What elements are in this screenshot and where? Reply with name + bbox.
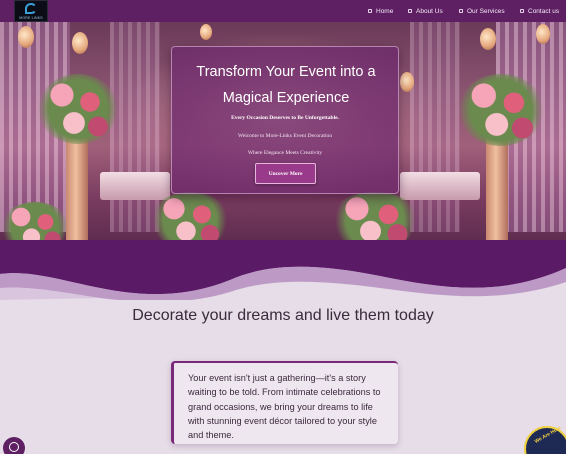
- lantern-decoration: [18, 26, 34, 48]
- story-card: Your event isn't just a gathering—it's a…: [171, 361, 398, 444]
- nav-home[interactable]: Home: [368, 6, 393, 16]
- curtain-inner-right: [410, 22, 460, 232]
- uncover-more-button[interactable]: Uncover More: [255, 163, 316, 184]
- lantern-decoration: [400, 72, 414, 92]
- home-icon: [368, 9, 372, 13]
- logo-mark-icon: [25, 3, 37, 14]
- lantern-decoration: [480, 28, 496, 50]
- hero-motto: Where Elegance Meets Creativity: [247, 150, 323, 156]
- nav-about-us-label: About Us: [416, 7, 443, 15]
- nav-contact-us[interactable]: Contact us: [520, 6, 559, 16]
- top-navbar: MORE LINKS Home About Us Our Services Co…: [0, 0, 566, 22]
- whatsapp-chat-button[interactable]: [3, 437, 25, 454]
- nav-home-label: Home: [376, 7, 394, 15]
- hero-title: Transform Your Event into a Magical Expe…: [196, 64, 376, 106]
- info-icon: [408, 9, 412, 13]
- lantern-decoration: [72, 32, 88, 54]
- section-heading: Decorate your dreams and live them today: [132, 307, 434, 324]
- contact-icon: [520, 9, 524, 13]
- badge-text: We Are Here: [533, 425, 563, 445]
- hero-card: Transform Your Event into a Magical Expe…: [171, 46, 399, 194]
- nav-our-services-label: Our Services: [467, 7, 505, 15]
- nav-contact-us-label: Contact us: [528, 7, 560, 15]
- banquet-table: [100, 172, 170, 200]
- flower-arrangement-left: [38, 74, 118, 144]
- banquet-table: [400, 172, 480, 200]
- flower-arrangement-right: [458, 74, 544, 146]
- wave-divider: [0, 240, 566, 300]
- nav-about-us[interactable]: About Us: [408, 6, 443, 16]
- hero-tagline: Every Occasion Deserves to Be Unforgetta…: [231, 115, 339, 121]
- curtain-inner-left: [110, 22, 160, 232]
- services-icon: [459, 9, 463, 13]
- whatsapp-icon: [9, 442, 19, 452]
- brand-logo[interactable]: MORE LINKS: [14, 0, 48, 22]
- hero-banner: Transform Your Event into a Magical Expe…: [0, 22, 566, 248]
- story-text: Your event isn't just a gathering—it's a…: [188, 373, 381, 441]
- we-are-here-badge[interactable]: We Are Here: [524, 425, 566, 454]
- lantern-decoration: [536, 24, 550, 44]
- logo-text: MORE LINKS: [19, 16, 43, 20]
- nav-our-services[interactable]: Our Services: [459, 6, 505, 16]
- lantern-decoration: [200, 24, 212, 40]
- hero-welcome: Welcome to More-Links Event Decoration: [238, 133, 332, 139]
- pillar-right: [486, 132, 508, 242]
